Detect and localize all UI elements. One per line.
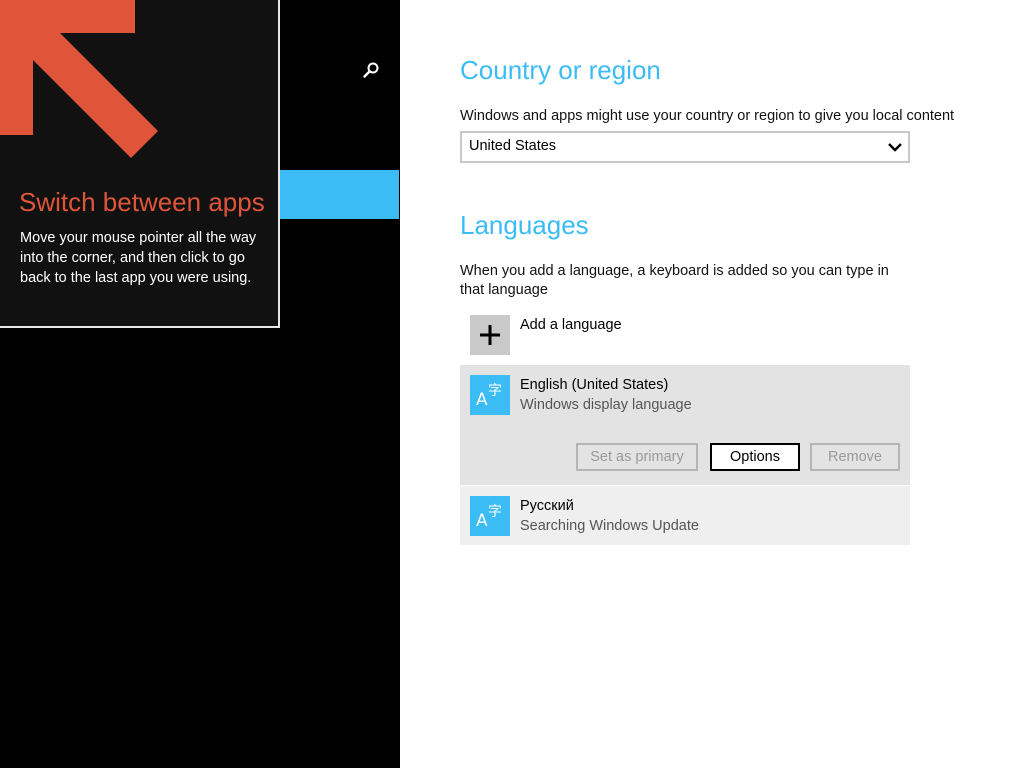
plus-icon	[480, 325, 500, 345]
country-heading: Country or region	[460, 55, 661, 85]
add-language-label: Add a language	[520, 317, 622, 333]
svg-text:A: A	[476, 390, 488, 410]
language-icon: A 字	[476, 504, 502, 531]
language-status: Searching Windows Update	[520, 518, 699, 534]
language-item-russian[interactable]: A 字 Русский Searching Windows Update	[460, 486, 910, 545]
search-icon[interactable]	[362, 60, 382, 80]
corner-arrow-icon	[0, 0, 158, 158]
language-item-english[interactable]: A 字 English (United States) Windows disp…	[460, 365, 910, 485]
svg-text:A: A	[476, 511, 488, 531]
language-tile: A 字	[470, 496, 510, 536]
tip-body: Move your mouse pointer all the way into…	[20, 230, 257, 286]
tip-flyout: Switch between apps Move your mouse poin…	[0, 0, 280, 328]
options-button[interactable]: Options	[710, 443, 800, 471]
plus-tile	[470, 315, 510, 355]
language-tile: A 字	[470, 375, 510, 415]
selected-app-tile[interactable]	[280, 170, 399, 219]
language-name: English (United States)	[520, 377, 669, 393]
tip-title: Switch between apps	[19, 187, 265, 217]
country-description: Windows and apps might use your country …	[460, 108, 955, 124]
language-icon: A 字	[476, 383, 502, 410]
svg-text:字: 字	[488, 504, 502, 520]
languages-description: When you add a language, a keyboard is a…	[460, 263, 889, 298]
set-as-primary-button[interactable]: Set as primary	[576, 443, 698, 471]
language-name: Русский	[520, 498, 574, 514]
country-dropdown-value: United States	[469, 138, 557, 154]
language-status: Windows display language	[520, 397, 692, 413]
country-dropdown[interactable]: United States	[460, 131, 910, 163]
svg-text:字: 字	[488, 383, 502, 399]
chevron-down-icon	[888, 143, 902, 152]
languages-heading: Languages	[460, 210, 589, 240]
remove-button[interactable]: Remove	[810, 443, 900, 471]
